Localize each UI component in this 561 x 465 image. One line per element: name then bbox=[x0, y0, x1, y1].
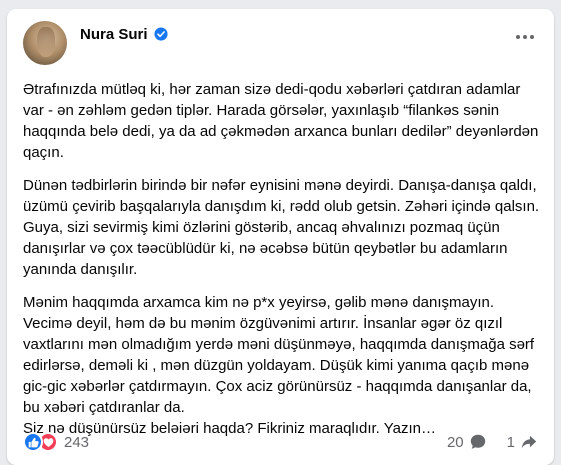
verified-badge-icon bbox=[153, 27, 168, 41]
comment-count: 20 bbox=[446, 433, 464, 451]
more-options-icon[interactable] bbox=[516, 35, 534, 39]
post-card: Nura Suri Ətrafınızda mütləq ki, hər zam… bbox=[7, 9, 554, 465]
share-icon bbox=[521, 435, 537, 449]
reactions-summary[interactable]: 243 bbox=[23, 432, 89, 452]
post-text: Ətrafınızda mütləq ki, hər zaman sizə de… bbox=[23, 79, 543, 451]
post-paragraph-2: Dünən tədbirlərin birində bir nəfər eyni… bbox=[23, 177, 540, 278]
author-name[interactable]: Nura Suri bbox=[80, 26, 148, 43]
shares-stat[interactable]: 1 bbox=[507, 433, 538, 451]
comments-stat[interactable]: 20 bbox=[447, 433, 487, 451]
post-paragraph-3: Mənim haqqımda arxamca kim nə p*x yeyirs… bbox=[23, 294, 535, 437]
share-count: 1 bbox=[506, 433, 515, 451]
author-row: Nura Suri bbox=[80, 26, 168, 43]
reaction-count: 243 bbox=[64, 433, 90, 451]
post-footer: 243 20 1 bbox=[23, 427, 538, 457]
avatar[interactable] bbox=[23, 21, 67, 65]
like-icon bbox=[23, 432, 43, 452]
post-paragraph-1: Ətrafınızda mütləq ki, hər zaman sizə de… bbox=[23, 81, 539, 161]
comment-icon bbox=[470, 434, 485, 449]
post-header: Nura Suri bbox=[23, 21, 168, 65]
